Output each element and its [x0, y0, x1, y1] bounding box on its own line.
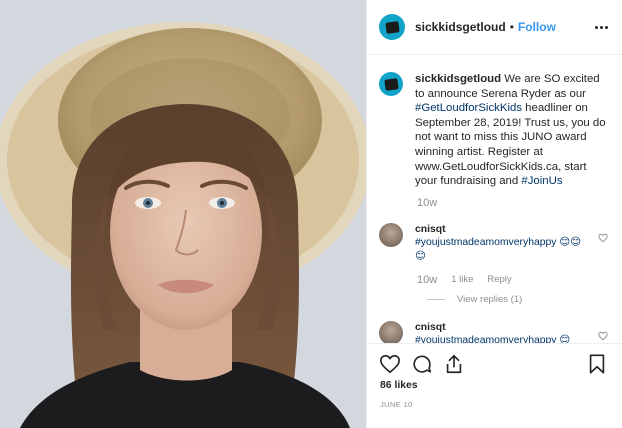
avatar[interactable] — [379, 320, 403, 344]
header-separator: • — [509, 20, 514, 34]
comment-text[interactable]: #youjustmadeamomveryhappy 😊😊😊 — [415, 237, 581, 262]
follow-button[interactable]: Follow — [518, 20, 556, 34]
caption-timestamp[interactable]: 10w — [417, 197, 610, 209]
heart-icon[interactable] — [598, 331, 608, 341]
caption-text: sickkidsgetloud We are SO excited to ann… — [415, 72, 610, 189]
caption: sickkidsgetloud We are SO excited to ann… — [379, 72, 610, 189]
hashtag-link[interactable]: #GetLoudforSickKids — [415, 102, 522, 114]
post-header: sickkidsgetloud • Follow — [367, 0, 622, 55]
caption-username[interactable]: sickkidsgetloud — [415, 73, 501, 85]
avatar[interactable] — [379, 222, 403, 247]
post-photo[interactable] — [0, 0, 366, 428]
comment-icon[interactable] — [411, 353, 433, 375]
share-icon[interactable] — [443, 353, 465, 375]
portrait-illustration — [0, 0, 366, 428]
view-replies-button[interactable]: View replies (1) — [427, 294, 610, 305]
comment-likes[interactable]: 1 like — [451, 274, 473, 286]
heart-icon[interactable] — [598, 233, 608, 243]
action-bar — [379, 352, 608, 376]
comment-body: cnisqt #youjustmadeamomveryhappy 😊😊😊 — [415, 223, 589, 264]
divider — [367, 343, 622, 344]
comments-list[interactable]: sickkidsgetloud We are SO excited to ann… — [367, 56, 622, 344]
reply-button[interactable]: Reply — [487, 274, 511, 286]
comment-username[interactable]: cnisqt — [415, 223, 589, 237]
post-date[interactable]: JUNE 10 — [380, 400, 413, 409]
view-replies-label: View replies (1) — [457, 293, 523, 305]
header-username[interactable]: sickkidsgetloud — [415, 20, 506, 34]
post-side-panel: sickkidsgetloud • Follow sickkidsgetloud… — [366, 0, 622, 428]
divider — [427, 298, 445, 300]
sickkids-flag-logo — [384, 20, 400, 34]
comment-body: cnisqt #youjustmadeamomveryhappy 😊 — [415, 321, 589, 344]
caption-part2: headliner on September 28, 2019! Trust u… — [415, 102, 606, 188]
sickkids-flag-logo — [383, 77, 399, 91]
hashtag-link[interactable]: #JoinUs — [521, 175, 562, 187]
comment: cnisqt #youjustmadeamomveryhappy 😊 — [379, 320, 610, 344]
caption-avatar[interactable] — [379, 72, 403, 96]
likes-count[interactable]: 86 likes — [380, 380, 418, 391]
comment: cnisqt #youjustmadeamomveryhappy 😊😊😊 — [379, 222, 610, 264]
comment-meta: 10w 1 like Reply — [417, 274, 610, 286]
comment-timestamp[interactable]: 10w — [417, 274, 437, 286]
more-icon[interactable] — [595, 22, 608, 33]
heart-icon[interactable] — [379, 353, 401, 375]
bookmark-icon[interactable] — [586, 353, 608, 375]
profile-avatar[interactable] — [379, 14, 405, 40]
comment-username[interactable]: cnisqt — [415, 321, 589, 335]
